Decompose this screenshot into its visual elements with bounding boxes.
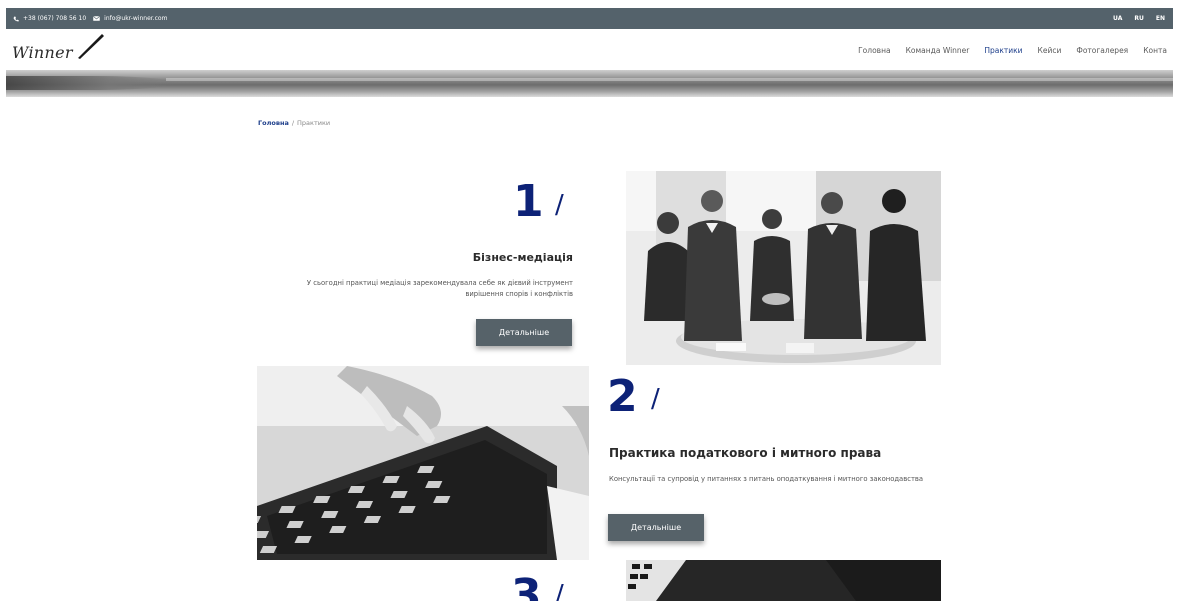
breadcrumb: Головна / Практики — [258, 119, 330, 127]
practice-1-title: Бізнес-медіація — [472, 251, 573, 264]
lang-ua[interactable]: UA — [1113, 15, 1122, 22]
lang-ru[interactable]: RU — [1134, 15, 1144, 22]
lang-en[interactable]: EN — [1156, 15, 1165, 22]
laptop-image — [626, 560, 941, 601]
nav-item-cases[interactable]: Кейси — [1038, 46, 1062, 55]
phone-number[interactable]: +38 (067) 708 56 10 — [23, 15, 86, 22]
hero-banner — [6, 70, 1173, 97]
logo[interactable]: Winner — [12, 43, 73, 62]
practice-3-slash: / — [555, 580, 564, 601]
breadcrumb-current: Практики — [297, 119, 331, 127]
practice-1-slash: / — [555, 190, 564, 220]
email-link[interactable]: info@ukr-winner.com — [104, 15, 167, 22]
nav-item-home[interactable]: Головна — [858, 46, 890, 55]
nav-item-gallery[interactable]: Фотогалерея — [1076, 46, 1128, 55]
business-meeting-photo — [626, 171, 941, 365]
practice-2-description: Консультації та супровід у питаннях з пи… — [609, 475, 924, 483]
practice-2-number: 2 — [607, 371, 638, 422]
breadcrumb-home[interactable]: Головна — [258, 119, 289, 127]
nav-item-practices[interactable]: Практики — [984, 46, 1022, 55]
breadcrumb-separator: / — [291, 119, 295, 127]
practice-2-details-button[interactable]: Детальніше — [608, 514, 704, 541]
language-switcher: UA RU EN — [1113, 15, 1165, 22]
laptop-photo — [626, 560, 941, 601]
main-nav: Головна Команда Winner Практики Кейси Фо… — [858, 46, 1167, 55]
nav-item-team[interactable]: Команда Winner — [906, 46, 970, 55]
practice-1-number: 1 — [513, 176, 544, 227]
nav-item-contacts[interactable]: Конта — [1143, 46, 1167, 55]
business-meeting-image — [626, 171, 941, 365]
contact-info: +38 (067) 708 56 10 info@ukr-winner.com — [13, 15, 167, 22]
calculator-photo — [257, 366, 589, 560]
practice-2-title: Практика податкового і митного права — [609, 446, 882, 460]
phone-icon — [13, 16, 19, 21]
practice-1-details-button[interactable]: Детальніше — [476, 319, 572, 346]
site-header: Winner Головна Команда Winner Практики К… — [6, 29, 1173, 70]
envelope-icon — [93, 16, 101, 21]
calculator-image — [257, 366, 589, 560]
practice-3-number: 3 — [511, 570, 542, 601]
top-bar: +38 (067) 708 56 10 info@ukr-winner.com … — [6, 8, 1173, 29]
practice-1-description: У сьогодні практиці медіація зарекоменду… — [306, 279, 573, 298]
practice-2-slash: / — [651, 384, 660, 414]
pen-icon — [78, 34, 104, 59]
